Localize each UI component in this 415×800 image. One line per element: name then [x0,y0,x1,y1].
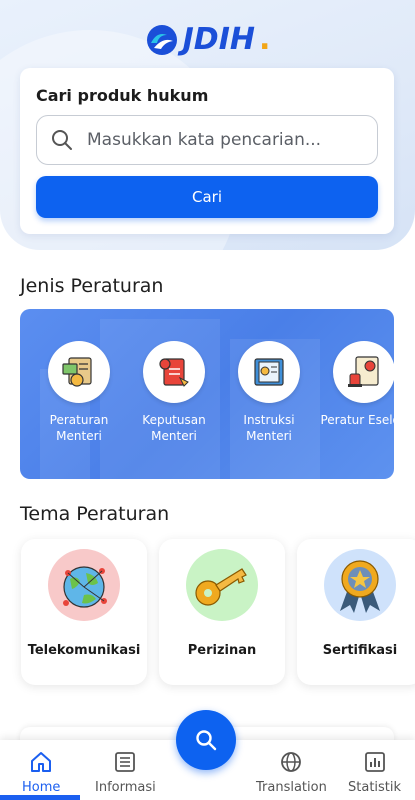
nav-label: Translation [256,780,327,795]
logo-dot: . [258,22,271,57]
tema-card-label: Telekomunikasi [27,643,141,658]
tema-card-label: Perizinan [187,643,257,658]
search-fab-button[interactable] [176,710,236,770]
nav-label: Statistik [348,780,402,795]
logo-text: JDIH [182,22,255,57]
jenis-item-label: Keputusan Menteri [142,413,206,443]
tema-card-sertifikasi[interactable]: Sertifikasi [297,539,415,685]
document-stamp-icon [62,357,92,387]
logo-wave-icon [146,24,177,55]
instruction-book-icon [254,358,284,386]
search-card: Cari produk hukum Cari [20,68,394,234]
list-icon [115,752,136,772]
nav-statistik[interactable]: Statistik [348,750,401,795]
tema-card-telekomunikasi[interactable]: Telekomunikasi [21,539,147,685]
home-icon [31,752,52,772]
jenis-peraturan-panel: Peraturan Menteri Keputusan Menteri Inst… [20,309,394,479]
jenis-item-instruksi-menteri[interactable]: Instruksi Menteri [238,341,300,444]
search-input[interactable] [87,130,363,150]
globe-network-icon [63,566,107,608]
jenis-item-peraturan-menteri[interactable]: Peraturan Menteri [48,341,110,444]
jenis-item-peraturan-eselon[interactable]: Peratur Eselon [320,341,394,444]
search-icon [52,130,72,150]
app-logo: JDIH. [0,22,415,57]
jenis-item-label: Peratur Eselon [320,413,394,427]
globe-icon [281,752,302,772]
tema-card-label: Sertifikasi [322,643,398,658]
search-box[interactable] [36,115,378,165]
medal-icon [340,560,380,613]
chart-icon [364,752,385,772]
jenis-item-label: Instruksi Menteri [243,413,295,443]
certificate-stamp-icon [348,356,379,387]
search-button[interactable]: Cari [36,176,378,218]
nav-label: Informasi [95,780,156,795]
nav-active-indicator [0,795,80,800]
nav-translation[interactable]: Translation [256,750,327,795]
key-icon [195,568,247,606]
search-icon [196,730,217,751]
tema-peraturan-title: Tema Peraturan [20,503,170,525]
tema-card-perizinan[interactable]: Perizinan [159,539,285,685]
search-title: Cari produk hukum [36,86,209,105]
nav-informasi[interactable]: Informasi [95,750,156,795]
jenis-item-keputusan-menteri[interactable]: Keputusan Menteri [142,341,206,444]
nav-label: Home [22,780,61,795]
jenis-peraturan-title: Jenis Peraturan [20,275,164,297]
nav-home[interactable]: Home [22,750,60,795]
jenis-item-label: Peraturan Menteri [49,413,109,443]
red-document-icon [159,358,189,387]
